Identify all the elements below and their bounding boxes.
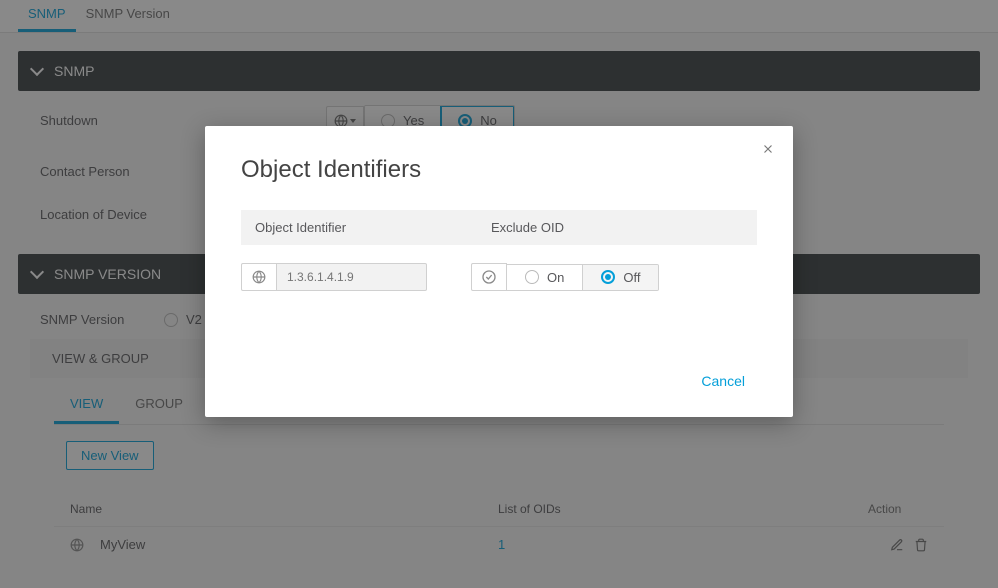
modal-title: Object Identifiers	[241, 156, 757, 184]
oid-input[interactable]	[277, 263, 427, 291]
toggle-off[interactable]: Off	[583, 265, 658, 290]
globe-icon	[252, 270, 266, 284]
on-label: On	[547, 270, 564, 285]
off-label: Off	[623, 270, 640, 285]
radio-icon	[601, 270, 615, 284]
modal-input-row: On Off	[241, 263, 757, 291]
check-prefix[interactable]	[471, 263, 507, 291]
object-identifiers-modal: Object Identifiers Object Identifier Exc…	[205, 126, 793, 417]
close-button[interactable]	[761, 140, 775, 161]
modal-overlay: Object Identifiers Object Identifier Exc…	[0, 0, 998, 588]
col-object-identifier: Object Identifier	[255, 220, 491, 235]
close-icon	[761, 142, 775, 156]
toggle-on[interactable]: On	[507, 265, 583, 290]
exclude-toggle: On Off	[507, 264, 659, 291]
radio-icon	[525, 270, 539, 284]
globe-prefix[interactable]	[241, 263, 277, 291]
cancel-button[interactable]: Cancel	[689, 367, 757, 395]
col-exclude-oid: Exclude OID	[491, 220, 743, 235]
modal-column-headers: Object Identifier Exclude OID	[241, 210, 757, 245]
modal-footer: Cancel	[241, 367, 757, 395]
check-circle-icon	[481, 269, 497, 285]
